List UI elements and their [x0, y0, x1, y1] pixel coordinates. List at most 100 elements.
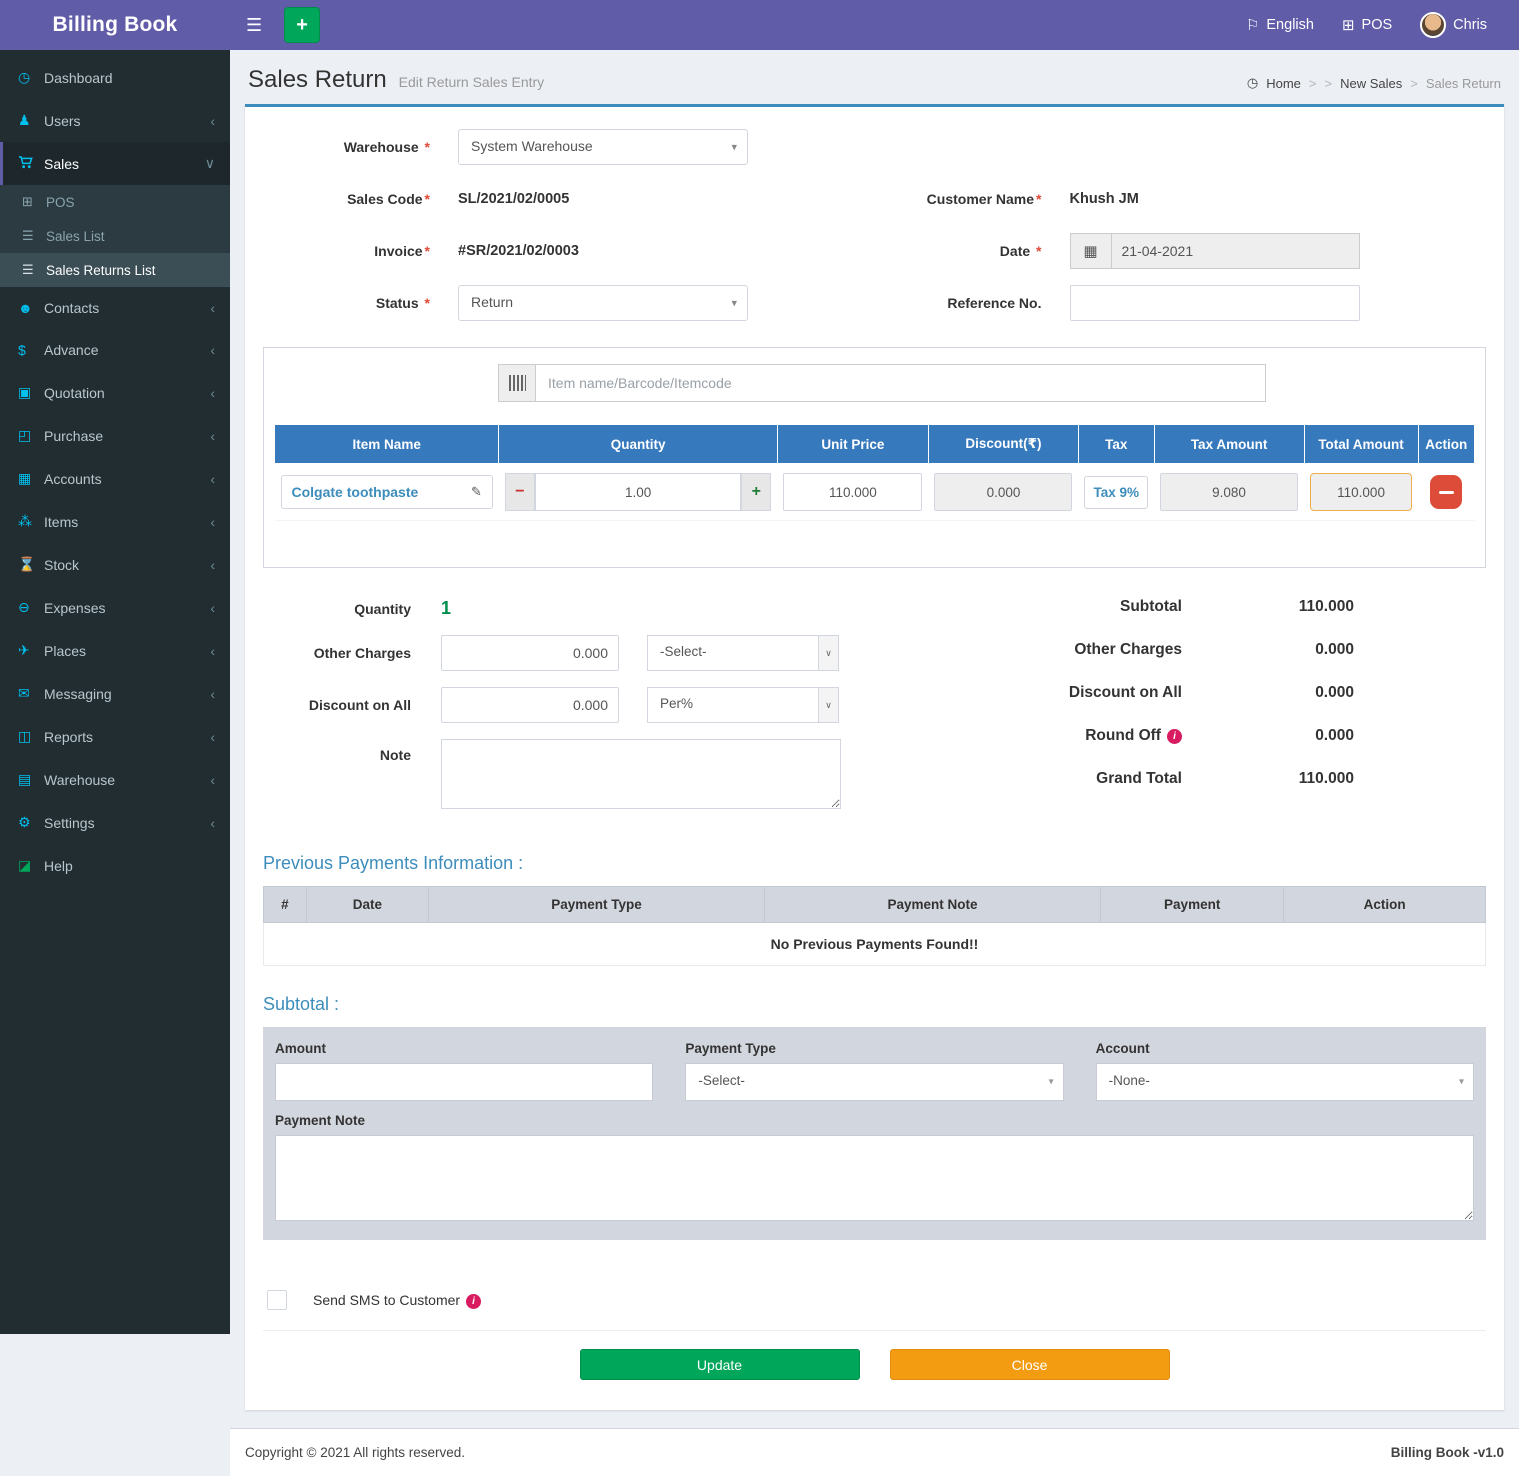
sidebar-item-accounts[interactable]: ▦ Accounts ‹	[0, 457, 230, 500]
date-input[interactable]	[1112, 233, 1360, 269]
send-sms-checkbox[interactable]	[267, 1290, 287, 1310]
hourglass-icon: ⌛	[18, 556, 44, 573]
sidebar-label: Stock	[44, 557, 79, 573]
language-menu[interactable]: ⚐ English	[1232, 0, 1328, 50]
item-name-cell[interactable]: Colgate toothpaste ✎	[281, 475, 493, 509]
user-menu[interactable]: Chris	[1406, 0, 1501, 50]
quick-add-button[interactable]: +	[284, 7, 320, 43]
page-footer: Copyright © 2021 All rights reserved. Bi…	[230, 1428, 1519, 1476]
total-amount-input[interactable]	[1310, 473, 1412, 511]
breadcrumb-separator: >	[1325, 76, 1333, 91]
item-search-input[interactable]	[536, 364, 1266, 402]
sidebar-item-expenses[interactable]: ⊖ Expenses ‹	[0, 586, 230, 629]
discount-on-all-label: Discount on All	[263, 697, 441, 713]
breadcrumb-home[interactable]: Home	[1266, 76, 1301, 91]
info-icon[interactable]: i	[466, 1294, 481, 1309]
warehouse-selected-value: System Warehouse	[471, 138, 593, 154]
col-total-amount: Total Amount	[1304, 425, 1418, 464]
book-icon: ◪	[18, 857, 44, 874]
sidebar-subitem-pos[interactable]: ⊞ POS	[0, 185, 230, 219]
pos-plus-icon: ⊞	[1342, 16, 1355, 34]
sidebar-label: Messaging	[44, 686, 112, 702]
discount-on-all-input[interactable]	[441, 687, 619, 723]
dollar-icon: $	[18, 342, 44, 358]
discount-total-value: 0.000	[1182, 684, 1354, 702]
subtotal-label: Subtotal	[985, 598, 1182, 616]
sidebar-item-items[interactable]: ⁂ Items ‹	[0, 500, 230, 543]
other-charges-input[interactable]	[441, 635, 619, 671]
discount-type-selected: Per%	[660, 696, 693, 711]
contacts-icon: ☻	[18, 300, 44, 316]
col-unit-price: Unit Price	[777, 425, 928, 464]
quantity-total-label: Quantity	[263, 601, 441, 617]
payment-note-textarea[interactable]	[275, 1135, 1474, 1221]
app-title: Billing Book	[53, 13, 178, 37]
sidebar-sublabel: Sales Returns List	[46, 263, 156, 278]
sidebar-item-stock[interactable]: ⌛ Stock ‹	[0, 543, 230, 586]
note-textarea[interactable]	[441, 739, 841, 809]
accounts-grid-icon: ▦	[18, 470, 44, 487]
sidebar-item-reports[interactable]: ◫ Reports ‹	[0, 715, 230, 758]
edit-icon[interactable]: ✎	[471, 484, 482, 500]
sales-code-value: SL/2021/02/0005	[458, 191, 569, 207]
quantity-decrease-button[interactable]: −	[505, 473, 535, 511]
quantity-increase-button[interactable]: +	[741, 473, 771, 511]
chevron-left-icon: ‹	[210, 600, 215, 616]
required-mark: *	[425, 243, 430, 259]
item-row: Colgate toothpaste ✎ − +	[275, 464, 1475, 521]
pos-icon: ⊞	[22, 194, 46, 210]
pay-col-action: Action	[1284, 887, 1486, 923]
other-charges-select[interactable]: -Select- ∨	[647, 635, 839, 671]
breadcrumb-new-sales[interactable]: New Sales	[1340, 76, 1402, 91]
pay-col-date: Date	[306, 887, 428, 923]
other-charges-selected: -Select-	[660, 644, 707, 659]
sidebar-item-settings[interactable]: ⚙ Settings ‹	[0, 801, 230, 844]
item-name-link[interactable]: Colgate toothpaste	[292, 484, 419, 500]
breadcrumb-current: Sales Return	[1426, 76, 1501, 91]
sidebar-nav: ◷ Dashboard ♟ Users ‹ Sales ∨ ⊞ POS ☰ Sa…	[0, 50, 230, 1334]
language-label: English	[1266, 17, 1314, 33]
caret-down-icon: ▾	[1049, 1077, 1054, 1088]
tax-select[interactable]: Tax 9%	[1084, 476, 1148, 509]
sidebar-item-purchase[interactable]: ◰ Purchase ‹	[0, 414, 230, 457]
sidebar-toggle-button[interactable]: ☰	[230, 0, 278, 50]
quantity-input[interactable]	[535, 473, 741, 511]
sidebar-item-messaging[interactable]: ✉ Messaging ‹	[0, 672, 230, 715]
payment-subtotal-heading: Subtotal :	[263, 994, 1486, 1015]
info-icon[interactable]: i	[1167, 729, 1182, 744]
calendar-icon[interactable]: ▦	[1070, 233, 1112, 269]
close-button[interactable]: Close	[890, 1349, 1170, 1380]
chevron-down-icon: ∨	[818, 636, 838, 670]
remove-row-button[interactable]	[1430, 475, 1462, 509]
app-logo[interactable]: Billing Book	[0, 0, 230, 50]
payment-type-select[interactable]: -Select- ▾	[685, 1063, 1063, 1101]
sidebar-item-contacts[interactable]: ☻ Contacts ‹	[0, 287, 230, 329]
sidebar-item-places[interactable]: ✈ Places ‹	[0, 629, 230, 672]
sidebar-subitem-sales-list[interactable]: ☰ Sales List	[0, 219, 230, 253]
invoice-label: Invoice*	[263, 243, 458, 259]
col-tax-amount: Tax Amount	[1154, 425, 1304, 464]
status-select[interactable]: Return ▾	[458, 285, 748, 321]
update-button[interactable]: Update	[580, 1349, 860, 1380]
sidebar-item-warehouse[interactable]: ▤ Warehouse ‹	[0, 758, 230, 801]
unit-price-input[interactable]	[783, 473, 922, 511]
list-icon: ☰	[22, 262, 46, 278]
amount-input[interactable]	[275, 1063, 653, 1101]
sidebar-item-sales[interactable]: Sales ∨	[0, 142, 230, 185]
items-section: Item Name Quantity Unit Price Discount(₹…	[263, 347, 1486, 568]
pos-shortcut[interactable]: ⊞ POS	[1328, 0, 1406, 50]
sidebar-item-help[interactable]: ◪ Help	[0, 844, 230, 887]
warehouse-select[interactable]: System Warehouse ▾	[458, 129, 748, 165]
sidebar-label: Purchase	[44, 428, 103, 444]
sidebar-label: Dashboard	[44, 70, 113, 86]
discount-type-select[interactable]: Per% ∨	[647, 687, 839, 723]
sidebar-sublabel: POS	[46, 195, 75, 210]
sales-code-label: Sales Code*	[263, 191, 458, 207]
sidebar-item-advance[interactable]: $ Advance ‹	[0, 329, 230, 371]
sidebar-item-quotation[interactable]: ▣ Quotation ‹	[0, 371, 230, 414]
sidebar-item-users[interactable]: ♟ Users ‹	[0, 99, 230, 142]
sidebar-item-dashboard[interactable]: ◷ Dashboard	[0, 56, 230, 99]
reference-no-input[interactable]	[1070, 285, 1360, 321]
account-select[interactable]: -None- ▾	[1096, 1063, 1474, 1101]
sidebar-subitem-sales-returns-list[interactable]: ☰ Sales Returns List	[0, 253, 230, 287]
